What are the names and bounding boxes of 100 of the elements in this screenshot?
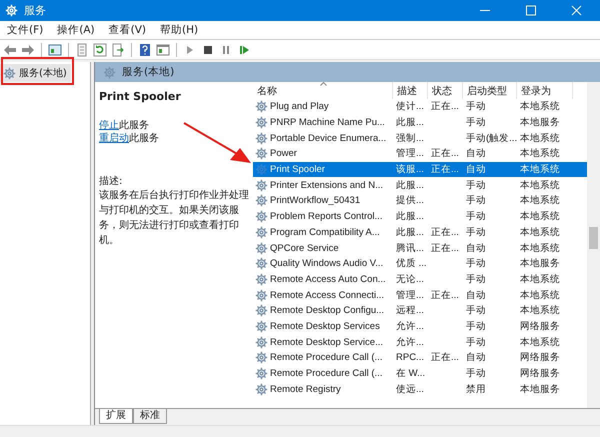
table-cell: 手动	[466, 258, 486, 270]
column-header[interactable]: 描述	[393, 82, 428, 99]
service-row[interactable]: Remote Procedure Call (... 在 W... 手动 网络服务	[253, 366, 587, 382]
service-row[interactable]: Remote Desktop Services 允许... 手动 网络服务	[253, 318, 587, 334]
table-cell: Program Compatibility A...	[270, 226, 380, 238]
export-icon[interactable]	[111, 42, 125, 56]
service-row[interactable]: Plug and Play 使计... 正在... 手动 本地系统	[253, 99, 587, 115]
app-gear-icon	[5, 4, 18, 17]
scrollbar-thumb[interactable]	[589, 227, 598, 249]
service-row[interactable]: Power 管理... 正在... 自动 本地系统	[253, 146, 587, 162]
tree-item[interactable]: 服务(本地)	[0, 64, 71, 82]
scrollbar[interactable]	[587, 82, 600, 408]
gear-icon	[255, 336, 268, 349]
table-cell: 手动	[466, 117, 486, 128]
service-name: Print Spooler	[99, 90, 182, 103]
document-icon[interactable]	[75, 42, 89, 56]
service-row[interactable]: PrintWorkflow_50431 提供... 手动 本地系统	[253, 193, 587, 209]
table-cell: Printer Extensions and N...	[270, 180, 383, 191]
table-cell: Power	[270, 148, 297, 160]
column-header[interactable]: 启动类型	[463, 82, 517, 99]
service-row[interactable]: Remote Desktop Service... 允许... 手动 本地系统	[253, 334, 587, 350]
table-cell: 自动	[466, 242, 486, 254]
table-cell: 优质 ...	[396, 258, 427, 270]
table-cell: 自动	[466, 148, 486, 160]
table-cell: Plug and Play	[270, 101, 329, 112]
table-cell: 本地系统	[520, 305, 560, 316]
action-line: 停止此服务	[99, 119, 150, 132]
gear-icon	[255, 100, 268, 114]
table-cell: 使计...	[396, 101, 424, 112]
table-cell: 禁用	[466, 384, 486, 395]
gear-icon	[255, 272, 268, 286]
table-cell: 手动	[466, 180, 486, 191]
table-cell: Remote Procedure Call (...	[270, 368, 382, 380]
gear-icon	[255, 210, 268, 224]
menu-item[interactable]: 查看(V)	[102, 23, 154, 37]
action-link[interactable]: 重启动	[99, 133, 129, 144]
menu-item[interactable]: 文件(F)	[0, 23, 50, 37]
console-tree-icon[interactable]	[48, 42, 62, 56]
tab[interactable]: 标准	[133, 409, 167, 424]
table-cell: Remote Access Connecti...	[270, 290, 384, 301]
service-row[interactable]: Remote Registry 使远... 禁用 本地服务	[253, 381, 587, 398]
action-link[interactable]: 停止	[99, 120, 119, 131]
gear-icon	[255, 257, 268, 270]
help-icon[interactable]	[138, 42, 152, 56]
menu-item[interactable]: 操作(A)	[50, 23, 102, 37]
table-cell: 正在...	[431, 101, 459, 112]
gear-icon	[255, 288, 268, 302]
service-row[interactable]: Problem Reports Control... 此服... 手动 本地系统	[253, 208, 587, 224]
table-cell: 手动	[466, 305, 486, 316]
table-cell: 手动	[466, 211, 486, 222]
table-cell: 手动	[466, 274, 486, 285]
table-cell: 正在...	[431, 226, 459, 238]
gear-icon	[255, 116, 268, 130]
service-row[interactable]: Portable Device Enumera... 强制... 手动(触发... 本地系统	[253, 130, 587, 146]
service-row[interactable]: Program Compatibility A... 此服... 正在... 手动 本地系统	[253, 224, 587, 240]
service-row[interactable]: Remote Access Connecti... 管理... 正在... 自动 本地系统	[253, 287, 587, 303]
table-cell: 此服...	[396, 211, 424, 222]
table-cell: 手动(触发...	[466, 132, 518, 144]
annotation-arrow	[183, 122, 252, 164]
column-header[interactable]: 状态	[428, 82, 463, 99]
table-cell: 提供...	[396, 195, 424, 206]
table-cell: 正在...	[431, 148, 459, 160]
tab[interactable]: 扩展	[99, 409, 133, 424]
table-cell: 正在...	[431, 242, 459, 254]
table-cell: Print Spooler	[270, 164, 325, 176]
refresh-icon[interactable]	[93, 42, 107, 56]
table-cell: 手动	[466, 101, 486, 112]
gear-icon	[255, 367, 268, 380]
description-label: 描述:	[99, 175, 124, 188]
window-title: 服务	[24, 3, 47, 18]
service-row[interactable]: PNRP Machine Name Pu... 此服... 手动 本地服务	[253, 114, 587, 130]
table-cell: 在 W...	[396, 368, 425, 380]
gear-icon	[255, 178, 268, 192]
back-arrow-icon[interactable]	[3, 42, 17, 56]
table-cell: 本地系统	[520, 226, 560, 238]
column-header[interactable]: 名称	[253, 82, 393, 99]
table-cell: 本地系统	[520, 211, 560, 222]
service-row[interactable]: Remote Procedure Call (... RPC... 正在... 自动 网络服务	[253, 350, 587, 366]
table-cell: 管理...	[396, 148, 424, 160]
table-cell: 本地系统	[520, 290, 560, 301]
table-cell: 网络服务	[520, 320, 560, 332]
table-cell: Problem Reports Control...	[270, 211, 382, 222]
service-row[interactable]: Print Spooler 该服... 正在... 自动 本地系统	[253, 162, 587, 178]
table-cell: 手动	[466, 368, 486, 380]
table-cell: 自动	[466, 164, 486, 176]
table-cell: 手动	[466, 226, 486, 238]
forward-arrow-icon[interactable]	[21, 42, 35, 56]
action-line: 重启动此服务	[99, 132, 160, 145]
column-header[interactable]: 登录为	[517, 82, 573, 99]
service-row[interactable]: Quality Windows Audio V... 优质 ... 手动 本地服务	[253, 256, 587, 272]
service-row[interactable]: QPCore Service 腾讯... 正在... 自动 本地系统	[253, 240, 587, 256]
menu-item[interactable]: 帮助(H)	[153, 23, 206, 37]
service-row[interactable]: Remote Access Auto Con... 无论... 手动 本地系统	[253, 272, 587, 288]
table-cell: 本地系统	[520, 336, 560, 348]
table-cell: 远程...	[396, 305, 424, 316]
service-row[interactable]: Remote Desktop Configu... 远程... 手动 本地系统	[253, 302, 587, 319]
properties-icon[interactable]	[156, 42, 170, 56]
service-row[interactable]: Printer Extensions and N... 此服... 手动 本地系统	[253, 177, 587, 194]
table-cell: 无论...	[396, 274, 424, 285]
gear-icon	[3, 66, 16, 80]
